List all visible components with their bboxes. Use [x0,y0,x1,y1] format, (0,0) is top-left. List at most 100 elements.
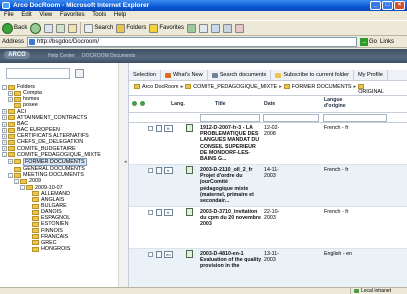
menu-tools[interactable]: Tools [92,12,106,18]
download-icon[interactable] [186,166,193,174]
row-checkbox[interactable] [148,168,153,173]
collapse-icon[interactable]: - [14,178,19,184]
folder-icon [8,127,15,133]
breadcrumb-comite[interactable]: COMITE_PEDAGOGIQUE_MIXTE [193,84,277,90]
folder-icon [32,234,39,240]
expand-icon[interactable]: + [8,96,13,102]
history-icon[interactable] [187,23,197,33]
status-bar: Local intranet [0,287,407,294]
minimize-button[interactable]: _ [370,1,381,10]
expand-icon[interactable]: + [2,133,7,139]
original-language: English - en [324,251,352,257]
document-properties-icon[interactable] [156,251,162,258]
expand-icon[interactable]: + [8,159,13,165]
download-icon[interactable] [186,250,193,258]
folder-icon [116,23,126,33]
menu-file[interactable]: File [4,12,14,18]
column-date[interactable]: Date [264,101,275,107]
banner-link-docroom[interactable]: DOCROOM Documents [82,53,135,59]
tab-subscribe[interactable]: Subscribe to current folder [271,69,354,81]
back-button[interactable]: Back [2,22,27,34]
expand-icon[interactable]: + [2,109,7,115]
banner-link-help[interactable]: Help Center [48,53,75,59]
menu-view[interactable]: View [39,12,52,18]
collapse-icon[interactable]: - [20,185,25,191]
folder-icon [14,90,21,96]
tree-node[interactable]: HONGROIS [2,246,122,252]
links-label[interactable]: Links [380,39,394,45]
forward-button[interactable] [30,22,42,34]
favorites-button[interactable]: Favorites [149,23,184,33]
breadcrumb-root[interactable]: Arco DocRoom [142,84,179,90]
browser-window: Arco DocRoom - Microsoft Internet Explor… [0,0,407,294]
expand-icon[interactable]: + [2,146,7,152]
messenger-icon[interactable] [235,23,245,33]
collapse-icon[interactable]: - [8,172,13,178]
row-checkbox[interactable] [148,210,153,215]
address-bar: Address http://bsgdoc/Docroom/ → Go Link… [0,36,407,48]
document-title[interactable]: 2003-D-4810-en-1 Evaluation of the quali… [200,251,262,270]
collapse-icon[interactable]: - [2,84,7,90]
tab-whats-new[interactable]: What's New [161,69,208,81]
stop-icon[interactable] [44,23,54,33]
go-arrow-icon: → [360,37,369,46]
menu-help[interactable]: Help [114,12,126,18]
column-title[interactable]: Title [215,101,226,107]
star-icon [149,23,159,33]
breadcrumb-arrow-icon: ▸ [180,84,184,90]
expand-icon[interactable]: + [2,115,7,121]
tree-node[interactable]: + FORMER DOCUMENTS [2,157,122,167]
refresh-icon[interactable] [56,23,66,33]
column-lang[interactable]: Lang. [171,101,185,107]
date-filter-input[interactable] [263,114,319,122]
menu-edit[interactable]: Edit [21,12,31,18]
go-button[interactable]: → Go [360,37,377,46]
original-language: French - fr [324,209,349,215]
folder-search-input[interactable] [6,68,70,79]
table-row[interactable]: fr 1912-D-2007-fr-3 - LA PROBLEMATIQUE DE… [129,123,407,165]
document-title[interactable]: 1912-D-2007-fr-3 - LA PROBLEMATIQUE DES … [200,125,262,162]
home-icon[interactable] [68,23,78,33]
table-row[interactable]: fr 2003-D-2110_oll_2_fr Projet d'ordre du… [129,165,407,207]
document-date: 13-11-2003 [264,251,279,264]
title-filter-input[interactable] [200,114,260,122]
search-button[interactable]: Search [84,23,113,33]
address-input[interactable]: http://bsgdoc/Docroom/ [27,36,358,47]
print-icon[interactable] [211,23,221,33]
expand-icon[interactable]: + [2,121,7,127]
table-row[interactable]: fr 2003-D-3710_invitation du cpm du 20 no… [129,207,407,249]
folder-search-button[interactable] [75,69,84,78]
expand-icon[interactable]: + [8,90,13,96]
expand-icon[interactable]: + [2,139,7,145]
tab-search-documents[interactable]: Search documents [208,69,272,81]
document-properties-icon[interactable] [156,125,162,132]
close-button[interactable]: × [394,1,405,10]
folder-icon [8,109,15,115]
column-original-language[interactable]: Langue d'origine [324,97,364,109]
document-title[interactable]: 2003-D-2110_oll_2_fr Projet d'ordre du j… [200,167,262,204]
edit-icon[interactable] [223,23,233,33]
document-date: 22-10-2003 [264,209,280,222]
download-icon[interactable] [186,124,193,132]
table-row[interactable]: en 2003-D-4810-en-1 Evaluation of the qua… [129,249,407,287]
breadcrumb-original-item[interactable]: ORIGINAL [358,84,384,95]
row-checkbox[interactable] [148,126,153,131]
maximize-button[interactable]: □ [382,1,393,10]
mail-icon[interactable] [199,23,209,33]
tab-selection[interactable]: Selection [129,69,162,81]
tab-my-profile[interactable]: My Profile [354,69,388,81]
download-icon[interactable] [186,208,193,216]
menu-favorites[interactable]: Favorites [60,12,85,18]
document-properties-icon[interactable] [156,167,162,174]
breadcrumb-former-documents[interactable]: FORMER DOCUMENTS [292,84,352,90]
search-icon [84,23,94,33]
breadcrumb: Arco DocRoom ▸ COMITE_PEDAGOGIQUE_MIXTE … [129,82,407,96]
folders-button[interactable]: Folders [116,23,146,33]
original-language: French - fr [324,125,349,131]
expand-icon[interactable]: + [2,127,7,133]
language-filter-input[interactable] [323,114,387,122]
document-title[interactable]: 2003-D-3710_invitation du cpm du 20 nove… [200,209,262,228]
document-properties-icon[interactable] [156,209,162,216]
row-checkbox[interactable] [148,252,153,257]
collapse-icon[interactable]: - [2,152,7,158]
